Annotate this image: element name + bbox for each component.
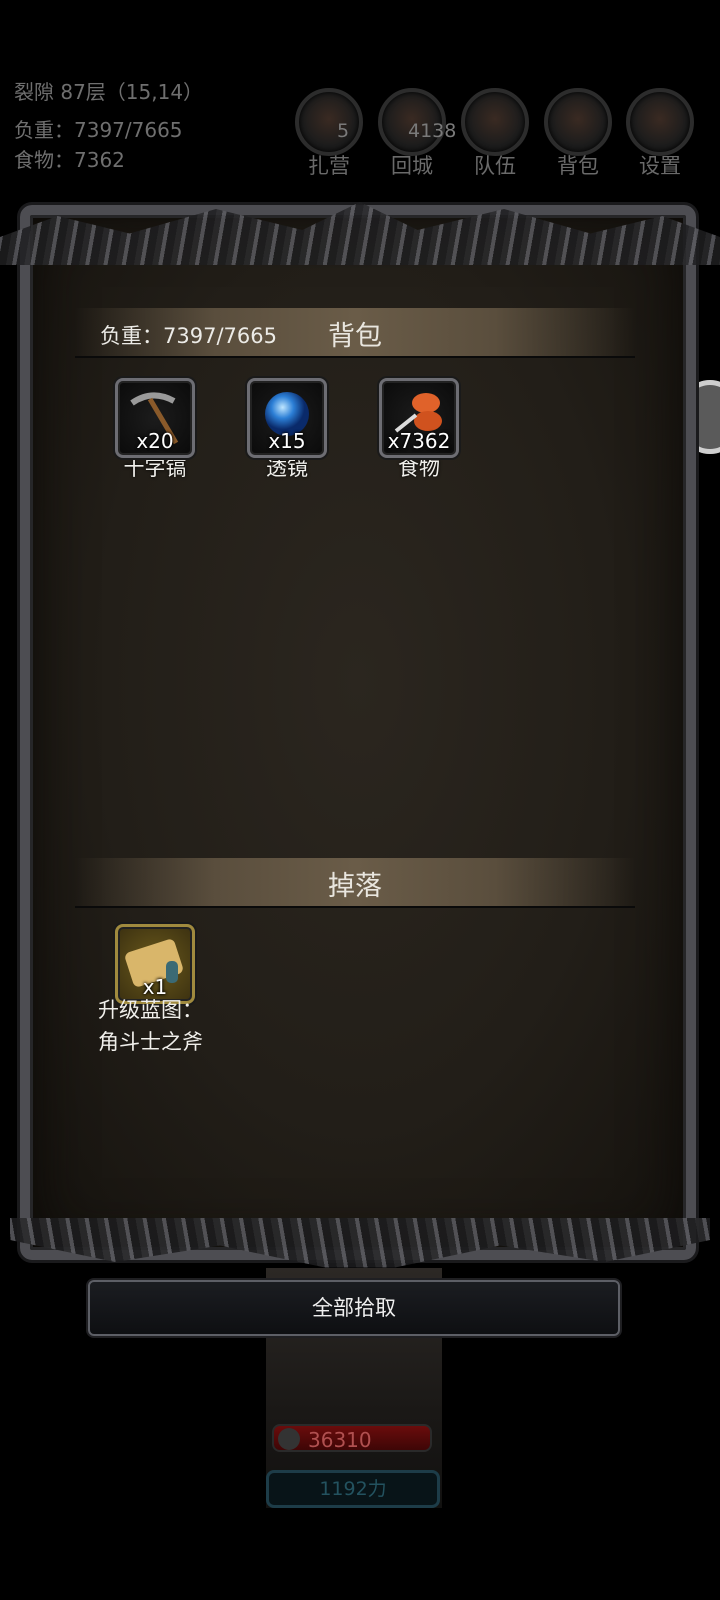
backpack-button[interactable]: 背包 — [543, 88, 613, 178]
item-blueprint[interactable]: x1 — [110, 924, 200, 1004]
pickaxe-qty: x20 — [136, 429, 174, 453]
camp-icon: 5 — [295, 88, 363, 156]
hp-value: 36310 — [308, 1428, 372, 1452]
loot-panel — [20, 205, 696, 1260]
backpack-title: 背包 — [328, 321, 382, 352]
food-qty: x7362 — [387, 429, 451, 453]
pickaxe-icon: x20 — [115, 378, 195, 458]
team-icon — [461, 88, 529, 156]
return-town-button[interactable]: 4138 回城 — [377, 88, 456, 178]
food-icon: x7362 — [379, 378, 459, 458]
food-status: 食物：7362 — [14, 148, 125, 172]
power-display: 1192力 — [266, 1470, 440, 1508]
blueprint-name: 升级蓝图： 角斗士之斧 — [98, 994, 203, 1058]
camp-badge: 5 — [337, 120, 350, 142]
weapon-icon — [278, 1428, 300, 1450]
scroll-icon: x1 — [115, 924, 195, 1004]
lens-icon: x15 — [247, 378, 327, 458]
drops-title: 掉落 — [328, 871, 382, 902]
pickup-all-button[interactable]: 全部拾取 — [88, 1280, 620, 1336]
item-lens[interactable]: x15 透镜 — [242, 378, 332, 482]
blueprint-name-line1: 升级蓝图： — [98, 998, 203, 1022]
item-food[interactable]: x7362 食物 — [374, 378, 464, 482]
settings-button[interactable]: 设置 — [625, 88, 695, 178]
return-town-badge: 4138 — [408, 120, 457, 142]
hp-bar: 36310 — [272, 1424, 432, 1452]
backpack-icon — [544, 88, 612, 156]
team-button[interactable]: 队伍 — [460, 88, 530, 178]
item-pickaxe[interactable]: x20 十字镐 — [110, 378, 200, 482]
location-text: 裂隙 87层（15,14） — [14, 80, 204, 104]
blueprint-name-line2: 角斗士之斧 — [98, 1030, 203, 1054]
panel-frame-bottom — [10, 1218, 710, 1268]
lens-qty: x15 — [268, 429, 306, 453]
backpack-header: 负重：7397/7665 背包 — [75, 308, 635, 358]
camp-button[interactable]: 5 扎营 — [294, 88, 364, 178]
drops-header: 掉落 — [75, 858, 635, 908]
gear-icon — [626, 88, 694, 156]
portal-icon: 4138 — [378, 88, 456, 156]
weight-status: 负重：7397/7665 — [14, 118, 183, 142]
